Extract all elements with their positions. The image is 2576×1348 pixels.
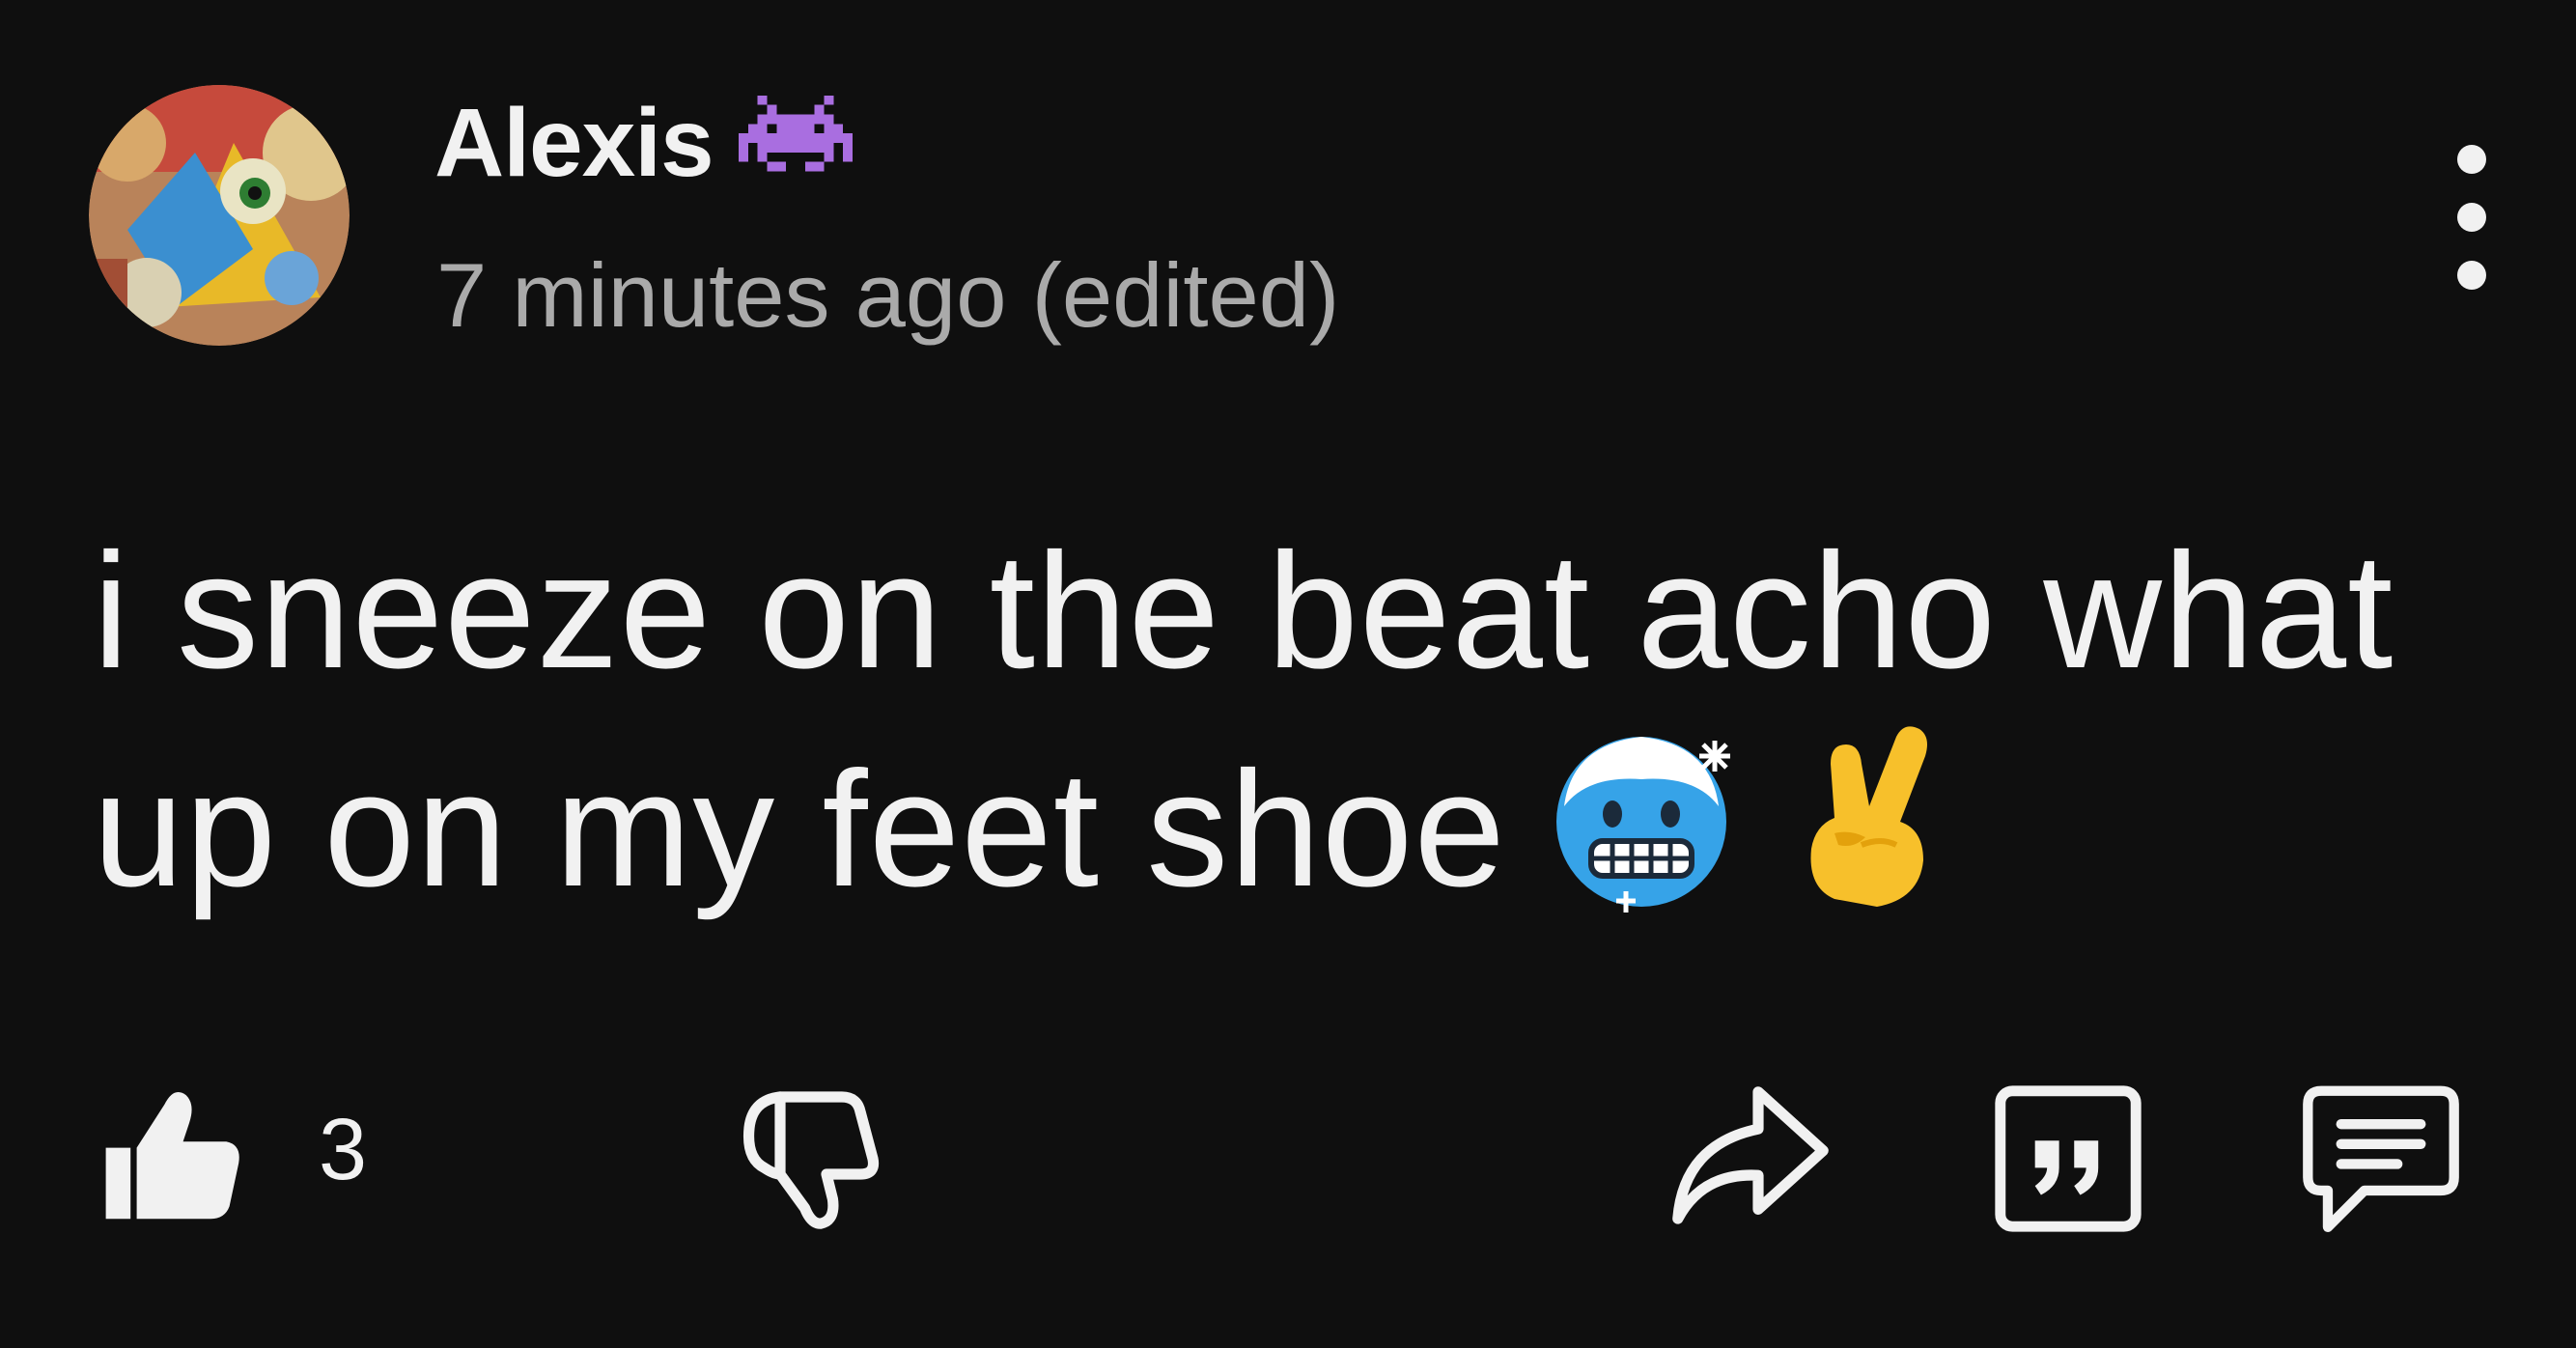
menu-dot [2457,145,2486,174]
quote-icon[interactable] [1993,1083,2143,1234]
thumbs-up-icon[interactable] [97,1077,251,1231]
avatar[interactable] [89,85,350,346]
author-row: Alexis [434,85,853,201]
menu-dot [2457,261,2486,290]
comment-action-bar: 3 [0,1062,2576,1255]
like-count: 3 [319,1102,368,1198]
victory-hand-emoji [1777,721,1970,914]
menu-dot [2457,203,2486,232]
share-arrow-icon[interactable] [1668,1080,1833,1234]
thumbs-down-icon[interactable] [734,1081,888,1236]
author-name[interactable]: Alexis [434,88,714,199]
comment-body: i sneeze on the beat acho what up on my … [93,502,2506,939]
reply-icon[interactable] [2298,1078,2464,1244]
space-invader-icon [738,95,853,191]
comment-timestamp: 7 minutes ago (edited) [436,244,1340,346]
comment-card: Alexis 7 minutes ago (edited) i sneeze o… [0,0,2576,1348]
cold-face-emoji [1545,721,1738,914]
vertical-dots-icon[interactable] [2423,145,2520,290]
comment-text: i sneeze on the beat acho what up on my … [93,520,2394,921]
